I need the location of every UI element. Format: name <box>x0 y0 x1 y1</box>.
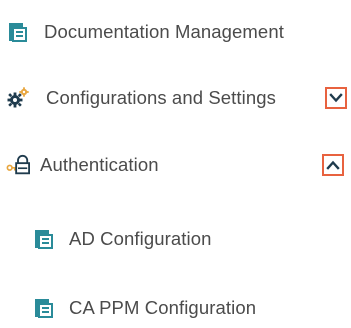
menu-item-ca-ppm-configuration[interactable]: CA PPM Configuration <box>32 288 256 328</box>
document-folder-icon <box>32 227 56 251</box>
menu-item-label: CA PPM Configuration <box>69 297 257 318</box>
menu-item-label: Documentation Management <box>44 21 284 42</box>
document-folder-icon <box>6 20 30 44</box>
document-folder-icon <box>32 296 56 320</box>
collapse-toggle-button[interactable] <box>322 154 344 176</box>
chevron-up-icon <box>326 160 340 170</box>
menu-item-documentation-management[interactable]: Documentation Management <box>6 12 284 52</box>
menu-item-label: Authentication <box>40 154 159 175</box>
side-menu: Documentation Management Configurations … <box>0 0 351 322</box>
menu-item-authentication[interactable]: Authentication <box>6 145 159 185</box>
menu-item-label: Configurations and Settings <box>46 87 276 108</box>
key-lock-icon <box>6 153 30 177</box>
menu-item-label: AD Configuration <box>69 228 212 249</box>
expand-toggle-button[interactable] <box>325 87 347 109</box>
menu-item-ad-configuration[interactable]: AD Configuration <box>32 219 211 259</box>
chevron-down-icon <box>329 93 343 103</box>
menu-item-configurations-and-settings[interactable]: Configurations and Settings <box>6 78 276 118</box>
gears-icon <box>6 86 30 110</box>
